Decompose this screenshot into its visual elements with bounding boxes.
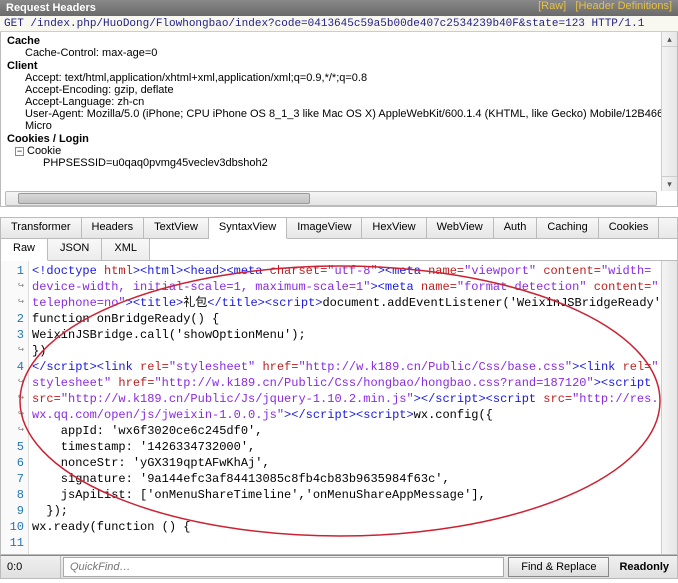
syntax-subtabs: RawJSONXML bbox=[0, 239, 678, 261]
header-accept[interactable]: Accept: text/html,application/xhtml+xml,… bbox=[7, 72, 671, 84]
wrap-indicator-icon: ↪ bbox=[1, 279, 28, 295]
code-line[interactable]: timestamp: '1426334732000', bbox=[32, 439, 658, 455]
scroll-down-icon[interactable]: ▾ bbox=[662, 176, 677, 191]
tab-imageview[interactable]: ImageView bbox=[287, 218, 362, 238]
code-line[interactable]: }) bbox=[32, 343, 658, 359]
code-line[interactable]: }); bbox=[32, 503, 658, 519]
subtab-xml[interactable]: XML bbox=[102, 239, 150, 261]
header-definitions-link[interactable]: [Header Definitions] bbox=[575, 0, 672, 12]
quickfind-input[interactable] bbox=[63, 557, 504, 577]
line-number: 3 bbox=[1, 327, 28, 343]
scrollbar-thumb[interactable] bbox=[18, 193, 310, 204]
vertical-scrollbar[interactable]: ▴ ▾ bbox=[661, 32, 677, 191]
header-accept-language[interactable]: Accept-Language: zh-cn bbox=[7, 96, 671, 108]
title-bar: Request Headers [Raw] [Header Definition… bbox=[0, 0, 678, 16]
line-number: 1 bbox=[1, 263, 28, 279]
code-line[interactable]: signature: '9a144efc3af84413085c8fb4cb83… bbox=[32, 471, 658, 487]
horizontal-scrollbar[interactable] bbox=[5, 191, 657, 206]
cookie-tree-node[interactable]: −Cookie bbox=[7, 145, 671, 157]
tab-textview[interactable]: TextView bbox=[144, 218, 209, 238]
code-line[interactable]: WeixinJSBridge.call('showOptionMenu'); bbox=[32, 327, 658, 343]
response-tabs: TransformerHeadersTextViewSyntaxViewImag… bbox=[0, 217, 678, 239]
line-number: 10 bbox=[1, 519, 28, 535]
tree-collapse-icon[interactable]: − bbox=[15, 147, 24, 156]
tab-auth[interactable]: Auth bbox=[494, 218, 538, 238]
code-line[interactable]: stylesheet" href="http://w.k189.cn/Publi… bbox=[32, 375, 658, 391]
wrap-indicator-icon: ↪ bbox=[1, 407, 28, 423]
code-line[interactable]: appId: 'wx6f3020ce6c245df0', bbox=[32, 423, 658, 439]
code-line[interactable]: wx.qq.com/open/js/jweixin-1.0.0.js"></sc… bbox=[32, 407, 658, 423]
wrap-indicator-icon: ↪ bbox=[1, 423, 28, 439]
cookie-phpsessid[interactable]: PHPSESSID=u0qaq0pvmg45veclev3dbshoh2 bbox=[7, 157, 671, 169]
code-line[interactable]: device-width, initial-scale=1, maximum-s… bbox=[32, 279, 658, 295]
find-replace-button[interactable]: Find & Replace bbox=[508, 557, 609, 577]
panel-title: Request Headers bbox=[6, 2, 96, 14]
tab-cookies[interactable]: Cookies bbox=[599, 218, 660, 238]
header-cache-control[interactable]: Cache-Control: max-age=0 bbox=[7, 47, 671, 59]
code-line[interactable]: </script><link rel="stylesheet" href="ht… bbox=[32, 359, 658, 375]
code-content[interactable]: <!doctype html><html><head><meta charset… bbox=[29, 261, 661, 554]
headers-panel: Cache Cache-Control: max-age=0 Client Ac… bbox=[0, 32, 678, 207]
header-user-agent[interactable]: User-Agent: Mozilla/5.0 (iPhone; CPU iPh… bbox=[7, 108, 671, 132]
group-cookies: Cookies / Login bbox=[7, 133, 671, 145]
code-vertical-scrollbar[interactable] bbox=[661, 261, 677, 554]
line-number: 11 bbox=[1, 535, 28, 551]
wrap-indicator-icon: ↪ bbox=[1, 391, 28, 407]
wrap-indicator-icon: ↪ bbox=[1, 343, 28, 359]
tab-headers[interactable]: Headers bbox=[82, 218, 145, 238]
code-line[interactable]: <!doctype html><html><head><meta charset… bbox=[32, 263, 658, 279]
line-number: 12 bbox=[1, 551, 28, 555]
wrap-indicator-icon: ↪ bbox=[1, 375, 28, 391]
group-cache: Cache bbox=[7, 35, 671, 47]
line-number: 4 bbox=[1, 359, 28, 375]
code-line[interactable]: jsApiList: ['onMenuShareTimeline','onMen… bbox=[32, 487, 658, 503]
code-line[interactable]: nonceStr: 'yGX319qptAFwKhAj', bbox=[32, 455, 658, 471]
raw-link[interactable]: [Raw] bbox=[538, 0, 566, 12]
header-accept-encoding[interactable]: Accept-Encoding: gzip, deflate bbox=[7, 84, 671, 96]
tab-caching[interactable]: Caching bbox=[537, 218, 598, 238]
line-number: 5 bbox=[1, 439, 28, 455]
line-number: 8 bbox=[1, 487, 28, 503]
code-line[interactable]: telephone=no"><title>礼包</title><script>d… bbox=[32, 295, 658, 311]
subtab-raw[interactable]: Raw bbox=[1, 239, 48, 261]
code-line[interactable]: wx.ready(function () { bbox=[32, 519, 658, 535]
code-line[interactable]: src="http://w.k189.cn/Public/Js/jquery-1… bbox=[32, 391, 658, 407]
readonly-indicator: Readonly bbox=[611, 561, 677, 573]
cookie-label: Cookie bbox=[27, 145, 61, 157]
cursor-position: 0:0 bbox=[1, 556, 61, 578]
line-number: 9 bbox=[1, 503, 28, 519]
status-bar: 0:0 Find & Replace Readonly bbox=[0, 555, 678, 579]
code-viewer: 1↪↪23↪4↪↪↪↪5678910111213 <!doctype html>… bbox=[0, 261, 678, 555]
scroll-up-icon[interactable]: ▴ bbox=[662, 32, 677, 47]
line-number: 7 bbox=[1, 471, 28, 487]
subtab-json[interactable]: JSON bbox=[48, 239, 102, 261]
line-number: 6 bbox=[1, 455, 28, 471]
tab-hexview[interactable]: HexView bbox=[362, 218, 426, 238]
line-number: 2 bbox=[1, 311, 28, 327]
tab-syntaxview[interactable]: SyntaxView bbox=[209, 218, 287, 239]
wrap-indicator-icon: ↪ bbox=[1, 295, 28, 311]
group-client: Client bbox=[7, 60, 671, 72]
line-gutter: 1↪↪23↪4↪↪↪↪5678910111213 bbox=[1, 261, 29, 554]
request-line: GET /index.php/HuoDong/Flowhongbao/index… bbox=[0, 16, 678, 32]
tab-transformer[interactable]: Transformer bbox=[1, 218, 82, 238]
code-line[interactable]: function onBridgeReady() { bbox=[32, 311, 658, 327]
tab-webview[interactable]: WebView bbox=[427, 218, 494, 238]
